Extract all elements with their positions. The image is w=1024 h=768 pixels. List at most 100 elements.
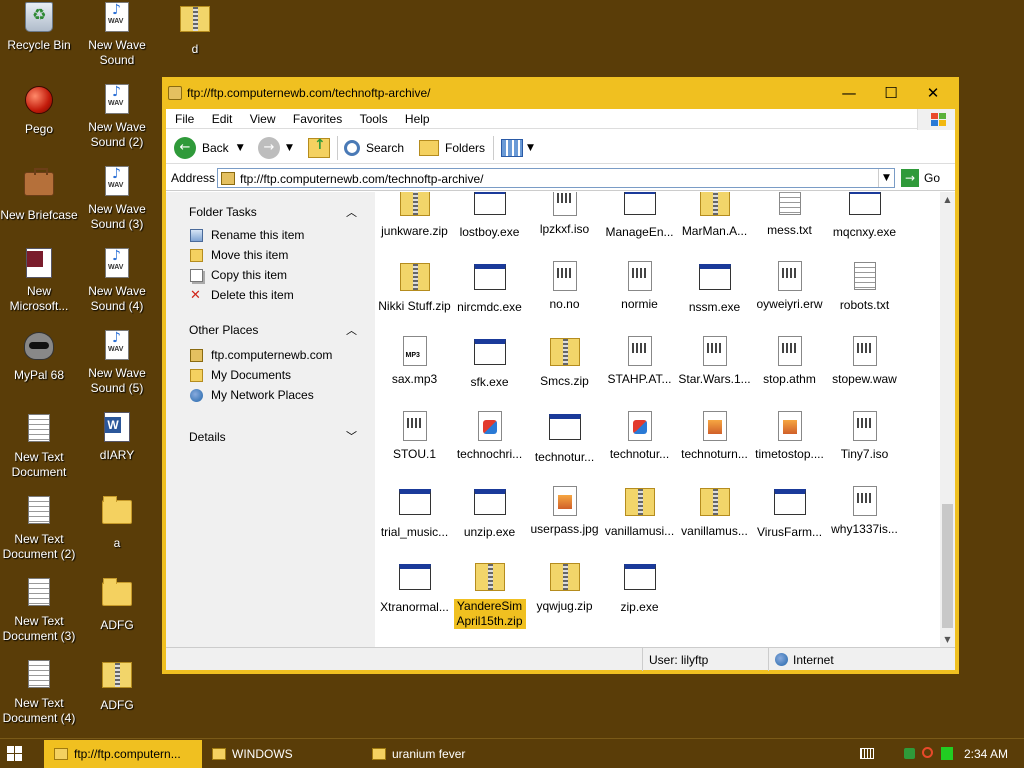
file-item[interactable]: technotur... xyxy=(602,409,677,462)
file-item[interactable]: technochri... xyxy=(452,409,527,462)
chevron-up-icon[interactable]: ︿ xyxy=(346,322,357,338)
file-item[interactable]: stop.athm xyxy=(752,334,827,387)
place-my-network-link[interactable]: My Network Places xyxy=(190,388,314,402)
file-item[interactable]: Smcs.zip xyxy=(527,334,602,389)
desktop-icon-folder-adfg[interactable]: ADFG xyxy=(78,576,156,633)
desktop-icon-new-text-document[interactable]: New Text Document xyxy=(0,412,78,480)
file-item[interactable]: yqwjug.zip xyxy=(527,559,602,614)
chevron-up-icon[interactable]: ︿ xyxy=(346,204,357,220)
move-item-link[interactable]: Move this item xyxy=(190,248,288,262)
keyboard-icon[interactable] xyxy=(860,748,874,759)
file-item[interactable]: zip.exe xyxy=(602,559,677,615)
up-folder-button[interactable]: ↑ xyxy=(308,136,330,160)
desktop-icon-zip-adfg[interactable]: ADFG xyxy=(78,658,156,713)
file-item[interactable]: VirusFarm... xyxy=(752,484,827,540)
file-item[interactable]: ManageEn... xyxy=(602,192,677,240)
address-input[interactable]: ftp://ftp.computernewb.com/technoftp-arc… xyxy=(217,168,895,188)
minimize-button[interactable]: — xyxy=(827,77,871,109)
file-item[interactable]: normie xyxy=(602,259,677,312)
file-item[interactable]: why1337is... xyxy=(827,484,902,537)
file-item[interactable]: lostboy.exe xyxy=(452,192,527,240)
file-item[interactable]: timetostop.... xyxy=(752,409,827,462)
other-places-header[interactable]: Other Places xyxy=(189,323,258,337)
file-item[interactable]: vanillamus... xyxy=(677,484,752,539)
rename-item-link[interactable]: Rename this item xyxy=(190,228,304,242)
menu-file[interactable]: File xyxy=(168,109,201,129)
file-item[interactable]: mess.txt xyxy=(752,192,827,238)
file-item[interactable]: oyweiyri.erw xyxy=(752,259,827,312)
menu-help[interactable]: Help xyxy=(398,109,437,129)
desktop-icon-recycle-bin[interactable]: Recycle Bin xyxy=(0,2,78,53)
status-tray-icon[interactable] xyxy=(941,747,953,760)
title-bar[interactable]: ftp://ftp.computernewb.com/technoftp-arc… xyxy=(162,77,959,109)
desktop-icon-pego[interactable]: Pego xyxy=(0,84,78,137)
file-item[interactable]: Tiny7.iso xyxy=(827,409,902,462)
chevron-down-icon[interactable]: ﹀ xyxy=(346,428,357,444)
vertical-scrollbar[interactable]: ▲ ▼ xyxy=(940,192,955,647)
file-item[interactable]: junkware.zip xyxy=(377,192,452,239)
desktop-icon-new-text-document-3[interactable]: New Text Document (3) xyxy=(0,576,78,644)
taskbar-item-uranium-fever[interactable]: uranium fever xyxy=(362,740,520,768)
file-item[interactable]: vanillamusi... xyxy=(602,484,677,539)
delete-item-link[interactable]: ✕ Delete this item xyxy=(190,288,294,302)
file-item[interactable]: Star.Wars.1... xyxy=(677,334,752,387)
desktop-icon-zip-d[interactable]: d xyxy=(156,2,234,57)
taskbar-item-ftp[interactable]: ftp://ftp.computern... xyxy=(44,740,202,768)
desktop-icon-new-text-document-4[interactable]: New Text Document (4) xyxy=(0,658,78,726)
scroll-thumb[interactable] xyxy=(942,504,953,628)
desktop-icon-new-wave-sound-3[interactable]: New Wave Sound (3) xyxy=(78,166,156,232)
file-item[interactable]: mqcnxy.exe xyxy=(827,192,902,240)
network-tray-icon[interactable] xyxy=(904,748,915,759)
menu-tools[interactable]: Tools xyxy=(353,109,395,129)
maximize-button[interactable]: ☐ xyxy=(869,77,913,109)
desktop-icon-new-microsoft[interactable]: New Microsoft... xyxy=(0,248,78,314)
file-item[interactable]: technoturn... xyxy=(677,409,752,462)
file-item[interactable]: STOU.1 xyxy=(377,409,452,462)
magnifier-tray-icon[interactable] xyxy=(922,747,933,758)
chevron-down-icon[interactable]: ▼ xyxy=(286,143,293,153)
desktop-icon-new-wave-sound-4[interactable]: New Wave Sound (4) xyxy=(78,248,156,314)
folders-button[interactable]: Folders xyxy=(419,136,485,160)
file-item[interactable]: STAHP.AT... xyxy=(602,334,677,387)
file-item[interactable]: technotur... xyxy=(527,409,602,465)
file-item[interactable]: MarMan.A... xyxy=(677,192,752,239)
file-item[interactable]: lpzkxf.iso xyxy=(527,192,602,237)
file-item[interactable]: unzip.exe xyxy=(452,484,527,540)
chevron-down-icon[interactable]: ▼ xyxy=(237,143,244,153)
file-item[interactable]: stopew.waw xyxy=(827,334,902,387)
desktop-icon-new-wave-sound[interactable]: New Wave Sound xyxy=(78,2,156,68)
copy-item-link[interactable]: Copy this item xyxy=(190,268,287,282)
file-item[interactable]: nssm.exe xyxy=(677,259,752,315)
desktop-icon-new-text-document-2[interactable]: New Text Document (2) xyxy=(0,494,78,562)
desktop-icon-new-wave-sound-2[interactable]: New Wave Sound (2) xyxy=(78,84,156,150)
file-item[interactable]: Xtranormal... xyxy=(377,559,452,615)
close-button[interactable]: ✕ xyxy=(911,77,955,109)
go-button[interactable]: → Go xyxy=(901,169,940,187)
file-item[interactable]: trial_music... xyxy=(377,484,452,540)
desktop-icon-new-wave-sound-5[interactable]: New Wave Sound (5) xyxy=(78,330,156,396)
forward-button[interactable]: → ▼ xyxy=(258,136,293,160)
file-item[interactable]: no.no xyxy=(527,259,602,312)
menu-view[interactable]: View xyxy=(243,109,283,129)
details-header[interactable]: Details xyxy=(189,430,226,444)
chevron-down-icon[interactable]: ▼ xyxy=(878,169,894,187)
menu-edit[interactable]: Edit xyxy=(205,109,240,129)
menu-favorites[interactable]: Favorites xyxy=(286,109,349,129)
desktop-icon-diary[interactable]: dIARY xyxy=(78,412,156,463)
scroll-up-icon[interactable]: ▲ xyxy=(940,192,955,207)
desktop-icon-mypal[interactable]: MyPal 68 xyxy=(0,330,78,383)
file-item[interactable]: nircmdc.exe xyxy=(452,259,527,315)
place-my-documents-link[interactable]: My Documents xyxy=(190,368,291,382)
views-button[interactable]: ▼ xyxy=(501,136,534,160)
desktop-icon-folder-a[interactable]: a xyxy=(78,494,156,551)
taskbar-clock[interactable]: 2:34 AM xyxy=(964,747,1008,761)
file-item[interactable]: userpass.jpg xyxy=(527,484,602,537)
file-item[interactable]: YandereSimApril15th.zip xyxy=(452,559,527,629)
desktop-icon-new-briefcase[interactable]: New Briefcase xyxy=(0,166,78,223)
file-item[interactable]: sax.mp3 xyxy=(377,334,452,387)
file-item[interactable]: sfk.exe xyxy=(452,334,527,390)
scroll-down-icon[interactable]: ▼ xyxy=(940,632,955,647)
folder-tasks-header[interactable]: Folder Tasks xyxy=(189,205,257,219)
back-button[interactable]: ← Back ▼ xyxy=(174,136,244,160)
search-button[interactable]: Search xyxy=(344,136,404,160)
